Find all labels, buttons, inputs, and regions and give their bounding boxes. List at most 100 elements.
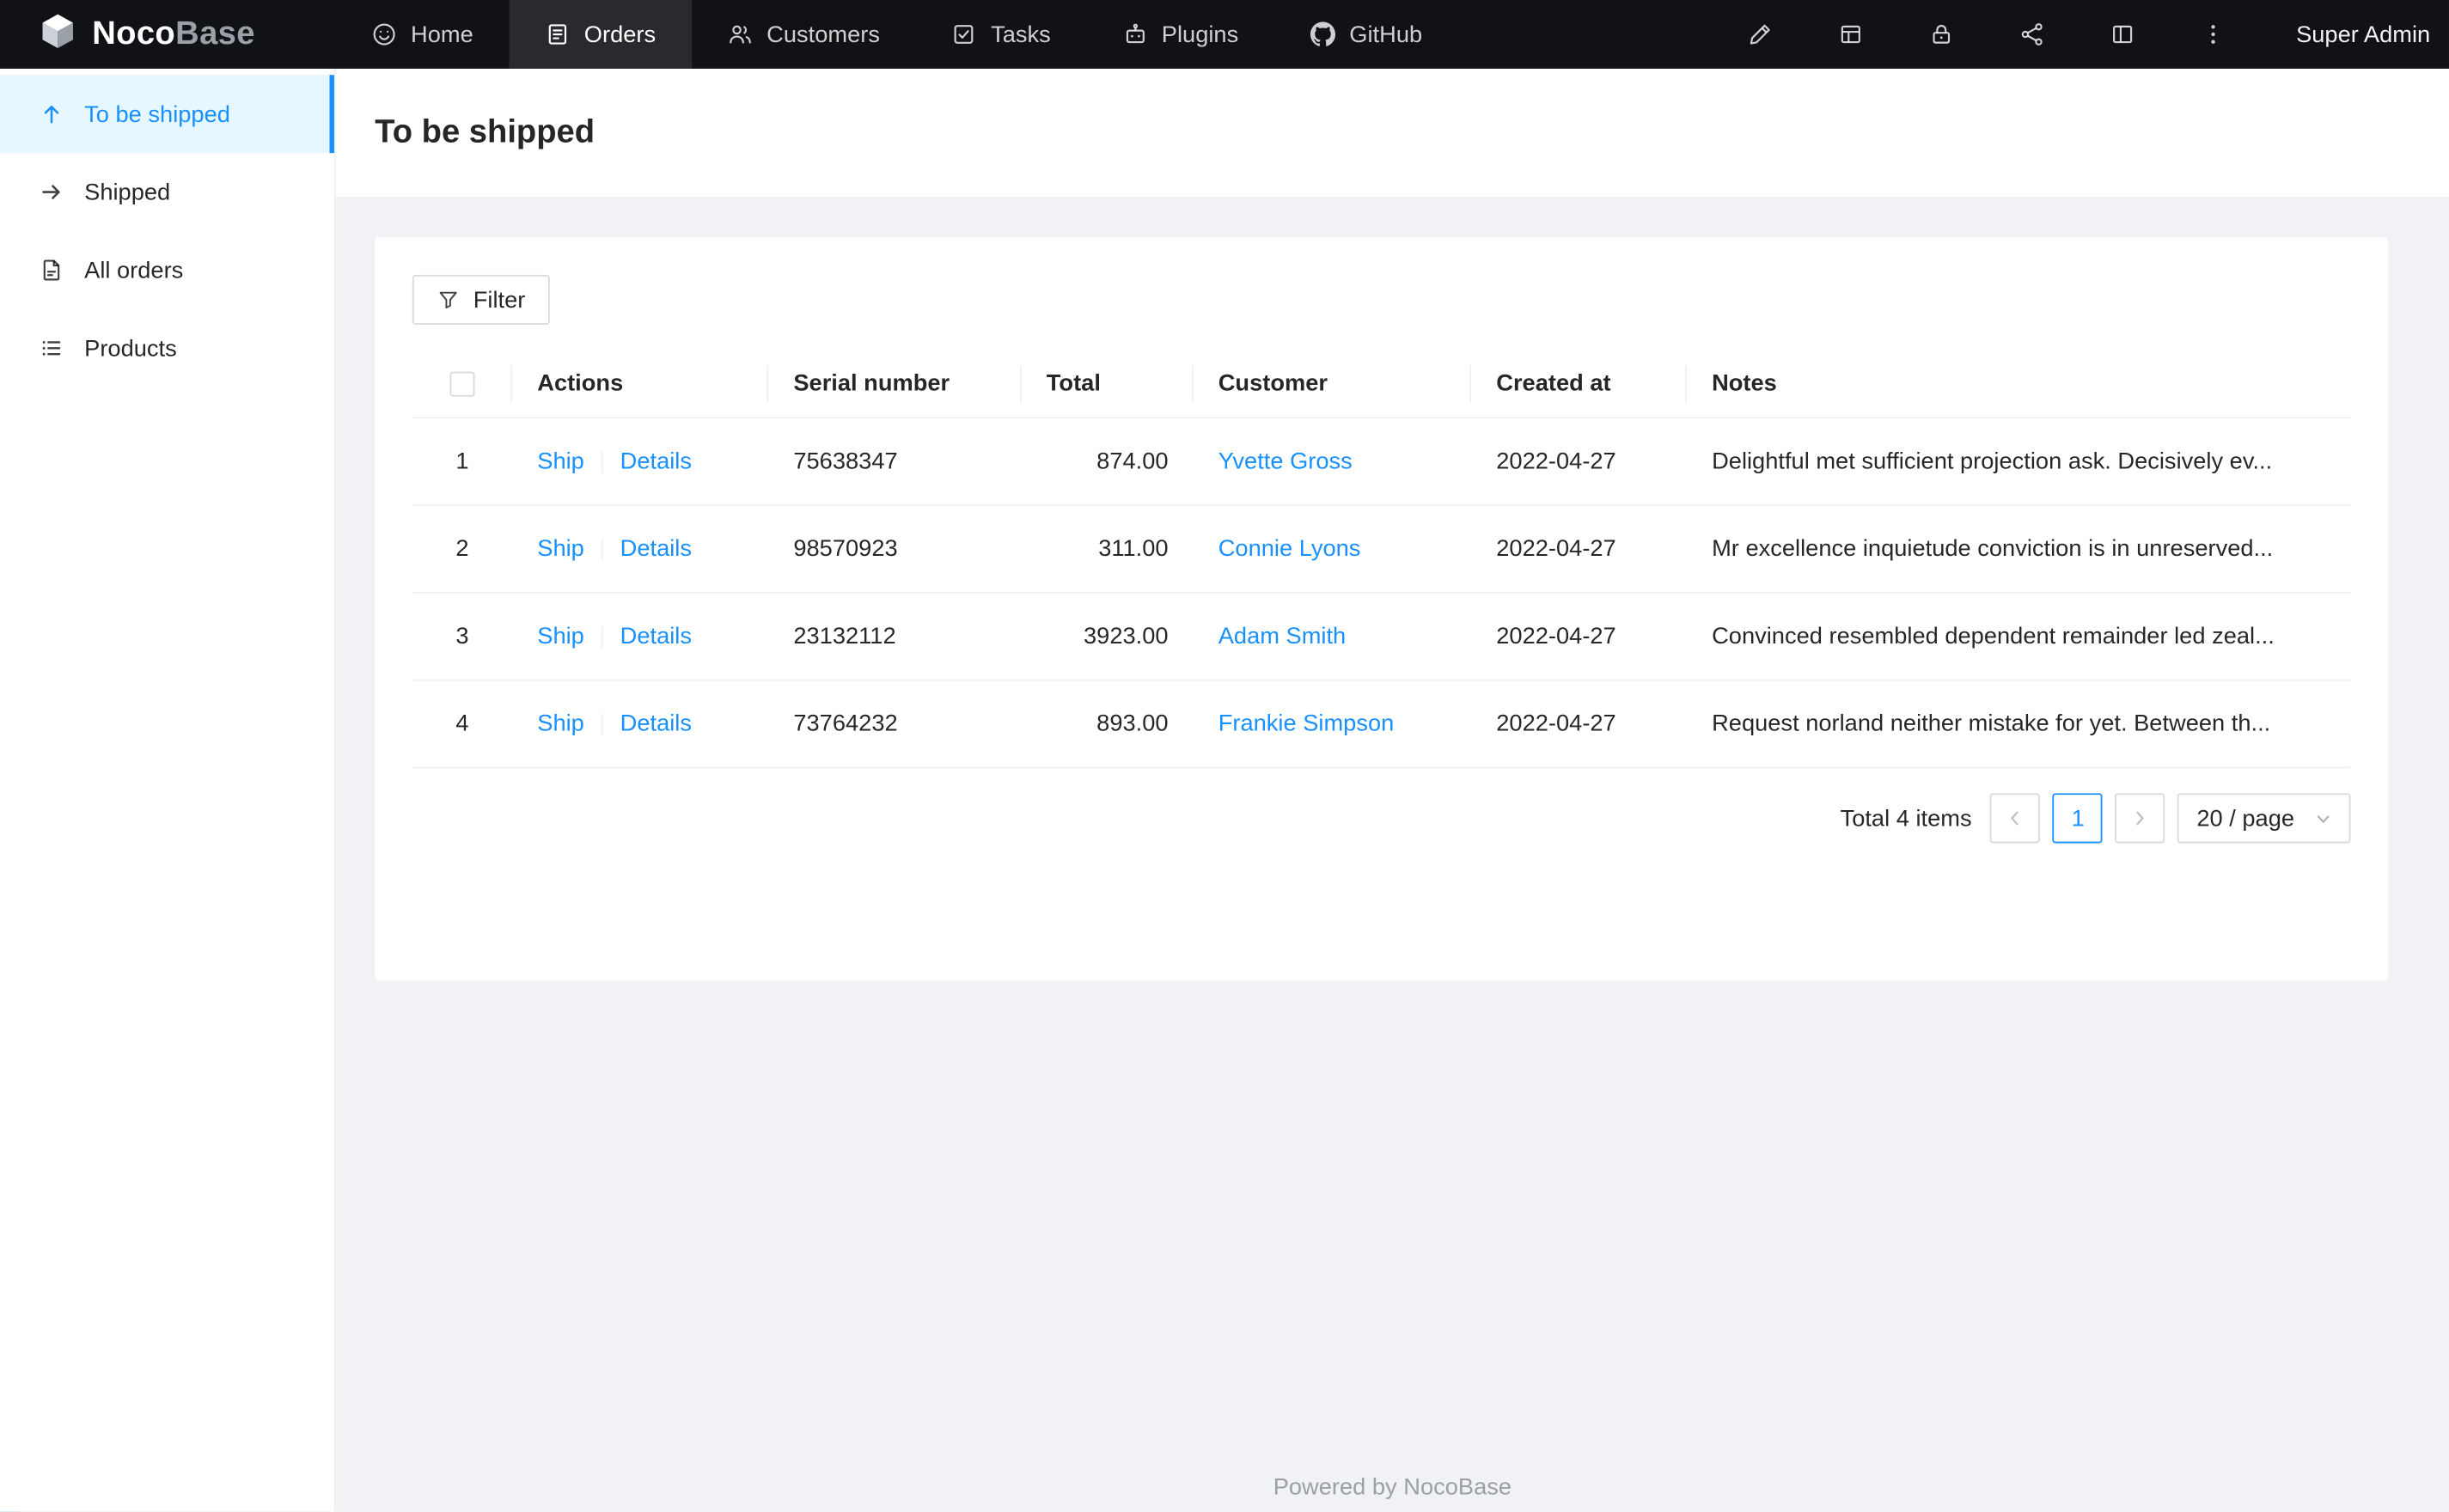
cell-notes: Convinced resembled dependent remainder … <box>1687 592 2351 681</box>
cell-customer: Adam Smith <box>1193 592 1472 681</box>
cell-serial: 23132112 <box>768 592 1022 681</box>
main-nav: Home Orders Customers Tasks Plugins GitH… <box>336 0 1458 69</box>
prev-page-button[interactable] <box>1990 793 2041 844</box>
page-size-select[interactable]: 20 / page <box>2177 793 2351 844</box>
navbar-right: Super Admin <box>1715 0 2449 69</box>
logo[interactable]: NocoBase <box>0 0 336 69</box>
column-header-notes: Notes <box>1687 350 2351 419</box>
orders-card: Filter Actions Serial number Total Custo… <box>375 237 2389 981</box>
sidebar-item-to-be-shipped[interactable]: To be shipped <box>0 75 334 154</box>
details-link[interactable]: Details <box>620 535 692 562</box>
nav-item-label: GitHub <box>1349 21 1423 48</box>
customer-link[interactable]: Adam Smith <box>1218 623 1347 649</box>
column-header-serial-number: Serial number <box>768 350 1022 419</box>
plugins-icon <box>1122 21 1147 46</box>
nav-item-orders[interactable]: Orders <box>509 0 692 69</box>
more-icon[interactable] <box>2168 0 2258 69</box>
customer-link[interactable]: Yvette Gross <box>1218 448 1353 475</box>
cell-notes: Request norland neither mistake for yet.… <box>1687 680 2351 769</box>
cell-total: 311.00 <box>1021 505 1194 594</box>
details-link[interactable]: Details <box>620 623 692 649</box>
cell-created-at: 2022-04-27 <box>1471 418 1688 506</box>
chevron-down-icon <box>2315 809 2332 826</box>
logo-noco: Noco <box>92 15 176 52</box>
table-header-row: Actions Serial number Total Customer Cre… <box>412 350 2351 419</box>
sidebar-item-label: Shipped <box>84 179 171 206</box>
main-area: To be shipped Filter Actions Serial numb… <box>335 68 2449 1512</box>
nav-item-label: Tasks <box>991 21 1051 48</box>
lock-icon[interactable] <box>1896 0 1987 69</box>
details-link[interactable]: Details <box>620 448 692 475</box>
cell-created-at: 2022-04-27 <box>1471 680 1688 769</box>
ui-editor-icon[interactable] <box>1715 0 1805 69</box>
app: NocoBase Home Orders Customers Tasks Plu… <box>0 0 2449 1512</box>
next-page-button[interactable] <box>2115 793 2165 844</box>
sidebar-item-all-orders[interactable]: All orders <box>0 231 334 309</box>
logo-base: Base <box>175 15 255 52</box>
sidebar-item-products[interactable]: Products <box>0 309 334 387</box>
action-divider <box>601 539 603 561</box>
column-header-total: Total <box>1021 350 1194 419</box>
cell-created-at: 2022-04-27 <box>1471 505 1688 594</box>
layout-icon[interactable] <box>2078 0 2168 69</box>
page-header: To be shipped <box>335 68 2449 198</box>
nav-item-label: Customers <box>766 21 881 48</box>
table-row: 1 Ship Details 75638347 874.00 Yvette Gro… <box>412 418 2351 506</box>
ship-link[interactable]: Ship <box>537 448 584 475</box>
sidebar: To be shipped Shipped All orders Product… <box>0 68 336 1512</box>
cell-total: 893.00 <box>1021 680 1194 769</box>
sidebar-item-label: All orders <box>84 256 184 284</box>
cell-notes: Mr excellence inquietude conviction is i… <box>1687 505 2351 594</box>
arrow-right-icon <box>39 180 64 204</box>
nocobase-logo-icon <box>38 10 78 58</box>
nav-item-customers[interactable]: Customers <box>692 0 916 69</box>
pagination: Total 4 items 1 20 / page <box>412 793 2351 844</box>
action-divider <box>601 713 603 736</box>
details-link[interactable]: Details <box>620 710 692 737</box>
content: Filter Actions Serial number Total Custo… <box>336 197 2449 981</box>
nav-item-label: Orders <box>583 21 657 48</box>
ship-link[interactable]: Ship <box>537 535 584 562</box>
cell-created-at: 2022-04-27 <box>1471 592 1688 681</box>
github-icon <box>1310 21 1335 46</box>
select-all-checkbox[interactable] <box>449 371 475 397</box>
row-actions: Ship Details <box>512 418 769 506</box>
ship-link[interactable]: Ship <box>537 710 584 737</box>
cell-customer: Yvette Gross <box>1193 418 1472 506</box>
cell-serial: 75638347 <box>768 418 1022 506</box>
list-icon <box>39 336 64 361</box>
page-size-value: 20 / page <box>2196 805 2295 832</box>
api-nodes-icon[interactable] <box>1987 0 2077 69</box>
row-actions: Ship Details <box>512 592 769 681</box>
row-index: 1 <box>412 418 513 506</box>
collections-icon[interactable] <box>1805 0 1896 69</box>
arrow-up-icon <box>39 101 64 126</box>
nav-item-github[interactable]: GitHub <box>1274 0 1458 69</box>
customer-link[interactable]: Connie Lyons <box>1218 535 1361 562</box>
row-index: 4 <box>412 680 513 769</box>
column-header-created-at: Created at <box>1471 350 1688 419</box>
cell-notes: Delightful met sufficient projection ask… <box>1687 418 2351 506</box>
page-1-button[interactable]: 1 <box>2053 793 2104 844</box>
table-row: 4 Ship Details 73764232 893.00 Frankie Si… <box>412 680 2351 769</box>
column-header-actions: Actions <box>512 350 769 419</box>
sidebar-item-label: Products <box>84 334 177 362</box>
file-icon <box>39 258 64 283</box>
nav-item-plugins[interactable]: Plugins <box>1087 0 1274 69</box>
table-row: 3 Ship Details 23132112 3923.00 Adam Smit… <box>412 592 2351 681</box>
filter-button[interactable]: Filter <box>412 274 551 326</box>
ship-link[interactable]: Ship <box>537 623 584 649</box>
top-navbar: NocoBase Home Orders Customers Tasks Plu… <box>0 0 2449 69</box>
cell-total: 874.00 <box>1021 418 1194 506</box>
cell-serial: 98570923 <box>768 505 1022 594</box>
row-actions: Ship Details <box>512 680 769 769</box>
nav-item-tasks[interactable]: Tasks <box>916 0 1087 69</box>
user-menu[interactable]: Super Admin <box>2296 21 2430 48</box>
nav-item-home[interactable]: Home <box>336 0 510 69</box>
action-divider <box>601 451 603 473</box>
sidebar-item-shipped[interactable]: Shipped <box>0 153 334 231</box>
customer-link[interactable]: Frankie Simpson <box>1218 710 1395 737</box>
column-header-customer: Customer <box>1193 350 1472 419</box>
customers-icon <box>728 21 753 46</box>
nav-item-label: Home <box>411 21 473 48</box>
